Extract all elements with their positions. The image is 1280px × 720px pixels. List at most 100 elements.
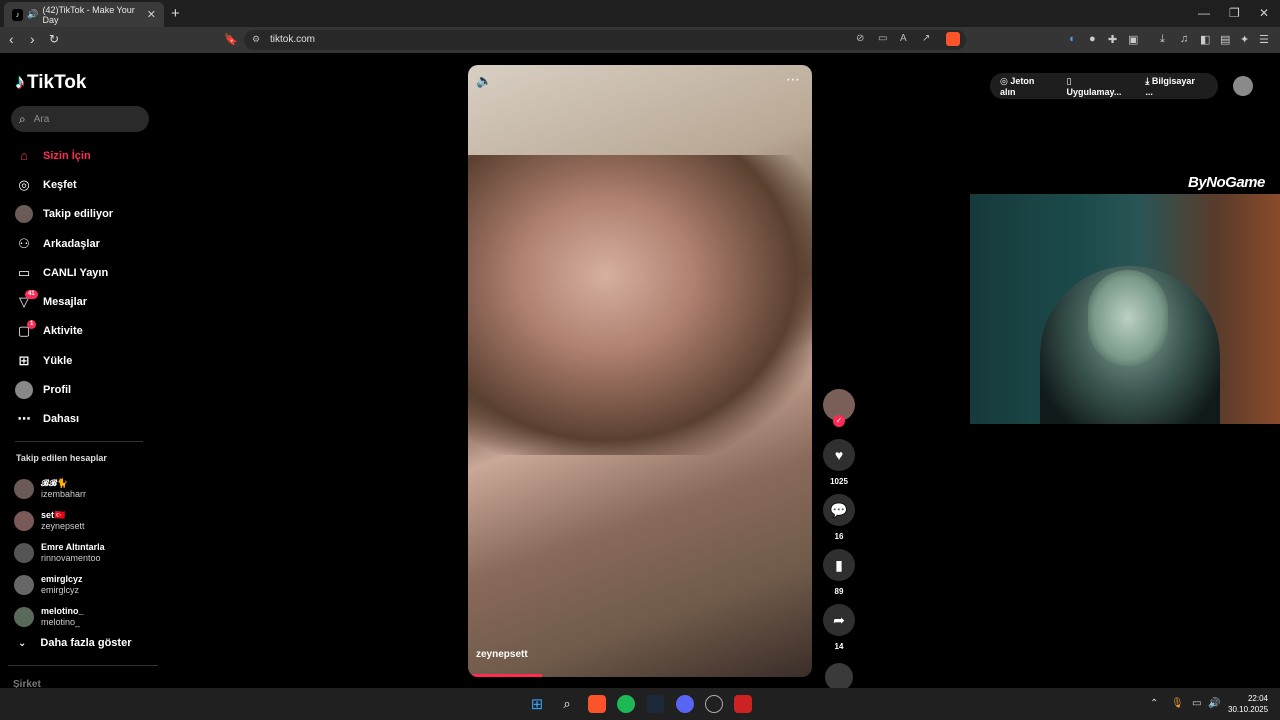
window-close-button[interactable]: ✕ [1259,6,1269,20]
discord-icon[interactable] [676,695,694,713]
app-icon[interactable] [734,695,752,713]
avatar [14,511,34,531]
extension-icon[interactable]: ● [1089,33,1096,45]
media-icon[interactable]: ♫ [1180,33,1188,45]
creator-avatar[interactable]: ✓ [823,389,855,427]
tray-chevron-icon[interactable]: ⌃ [1150,698,1158,709]
microphone-icon[interactable]: 🎙 [1171,698,1184,709]
video-progress-bar[interactable] [472,674,542,677]
account-item[interactable]: melotino_ melotino_ [14,601,105,633]
menu-icon[interactable]: ☰ [1259,33,1269,46]
nav-item-following[interactable]: Takip ediliyor [15,200,155,229]
tab-close-button[interactable]: ✕ [147,8,156,21]
nav-item-messages[interactable]: ▽ 41 Mesajlar [15,287,155,316]
nav-item-upload[interactable]: ⊞ Yükle [15,346,155,375]
account-display-name: 𝓑𝓑🐈 [41,478,69,488]
video-username[interactable]: zeynepsett [476,649,528,660]
live-tv-icon: ▭ [17,264,31,280]
account-item[interactable]: set🇹🇷 zeynepsett [14,505,105,537]
forward-icon[interactable]: › [30,31,35,47]
more-dots-icon: ⋯ [17,411,31,427]
search-input[interactable]: ⌕ Ara [11,106,149,132]
browser-tab-tiktok[interactable]: ♪ 🔊 (42)TikTok - Make Your Day ✕ [4,2,164,27]
share-button[interactable]: ➦ [823,604,855,636]
desktop-app-button[interactable]: ⤓ Bilgisayar ... [1145,76,1206,97]
download-icon[interactable]: ⤓ [1160,33,1165,46]
back-icon[interactable]: ‹ [9,31,14,47]
save-button[interactable]: ▮ [823,549,855,581]
like-button[interactable]: ♥ [823,439,855,471]
following-avatar-icon [15,205,33,224]
bookmark-icon: ▮ [835,556,843,573]
account-item[interactable]: emirglcyz emirglcyz [14,569,105,601]
share-icon[interactable]: ↗ [922,33,930,44]
windows-start-icon[interactable]: ⊞ [528,695,546,713]
windows-taskbar: ⊞ ⌕ ⌃ 🎙 ▭ 🔊 22:04 30.10.2025 [0,688,1280,720]
get-app-button[interactable]: ▯ Uygulamay... [1067,76,1134,97]
nav-item-more[interactable]: ⋯ Dahası [15,405,155,434]
profile-icon [15,381,33,400]
split-view-icon[interactable]: ◧ [1200,33,1210,46]
site-settings-icon[interactable]: ⚙ [252,34,260,45]
tiktok-logo[interactable]: ♪ TikTok [15,71,86,94]
get-coins-button[interactable]: ◎ Jeton alın [1000,76,1055,97]
music-disc-icon[interactable] [825,663,853,691]
nav-label: Dahası [43,413,80,426]
account-item[interactable]: Emre Altıntarla rinnovamentoo [14,537,105,569]
address-toolbar: ‹ › ↻ 🔖 ⚙ tiktok.com ⊘ ▭ A ↗ ◖ ● ✚ ▣ ⤓ ♫… [0,27,1280,53]
steam-icon[interactable] [646,695,664,713]
show-more-button[interactable]: ⌄ Daha fazla göster [18,637,131,649]
search-icon[interactable]: ⌕ [558,695,576,713]
nav-item-explore[interactable]: ◎ Keşfet [15,170,155,199]
comment-button[interactable]: 💬 [823,494,855,526]
user-avatar[interactable] [1233,76,1253,96]
cast-icon[interactable]: ▭ [878,33,887,44]
bynogame-logo: ByNoGame [1188,174,1265,191]
system-clock[interactable]: 22:04 30.10.2025 [1228,693,1268,715]
activity-badge: 1 [27,319,37,329]
nav-item-friends[interactable]: ⚇ Arkadaşlar [15,229,155,258]
network-icon[interactable]: ▭ [1192,698,1201,709]
sidebar-panel-icon[interactable]: ▣ [1128,33,1138,46]
puzzle-extensions-icon[interactable]: ✚ [1108,33,1117,46]
brave-shield-icon[interactable] [946,32,960,46]
get-app-label: Uygulamay... [1066,86,1122,97]
logo-text: TikTok [27,71,87,93]
nav-label: Takip ediliyor [43,208,114,221]
account-handle: zeynepsett [41,521,85,531]
url-field[interactable]: ⚙ tiktok.com ⊘ ▭ A ↗ [244,30,966,50]
comment-count: 16 [834,532,844,541]
nav-item-for-you[interactable]: ⌂ Sizin İçin [15,141,155,170]
account-display-name: Emre Altıntarla [41,542,105,552]
audio-playing-icon[interactable]: ◖ [1068,33,1075,45]
nav-label: Arkadaşlar [43,237,100,250]
translate-icon[interactable]: A [900,33,907,44]
new-tab-button[interactable]: + [171,5,180,22]
nav-item-profile[interactable]: Profil [15,375,155,404]
nav-label: CANLI Yayın [43,266,109,279]
obs-icon[interactable] [705,695,723,713]
wallet-icon[interactable]: ▤ [1220,33,1230,46]
leo-ai-icon[interactable]: ✦ [1240,33,1249,46]
nav-item-activity[interactable]: ▢ 1 Aktivite [15,317,155,346]
restore-button[interactable]: ❐ [1229,6,1240,20]
spotify-icon[interactable] [617,695,635,713]
brave-browser-icon[interactable] [588,695,606,713]
speaker-icon[interactable]: 🔊 [1208,698,1220,709]
webcam-head [1088,270,1168,366]
video-options-icon[interactable]: ⋯ [786,71,800,88]
share-count: 14 [834,642,844,651]
friends-icon: ⚇ [18,235,30,251]
nav-item-live[interactable]: ▭ CANLI Yayın [15,258,155,287]
url-text: tiktok.com [270,34,316,45]
bookmark-icon[interactable]: 🔖 [224,33,238,46]
minimize-button[interactable]: — [1198,6,1210,20]
reader-icon[interactable]: ⊘ [856,33,864,44]
nav-label: Yükle [43,354,73,367]
reload-icon[interactable]: ↻ [49,32,59,46]
account-item[interactable]: 𝓑𝓑🐈 izembaharr [14,473,105,505]
follow-check-icon[interactable]: ✓ [833,415,845,427]
video-player[interactable]: 🔈 ⋯ zeynepsett [468,65,812,677]
volume-icon[interactable]: 🔈 [476,73,492,89]
tab-audio-icon[interactable]: 🔊 [27,9,38,20]
